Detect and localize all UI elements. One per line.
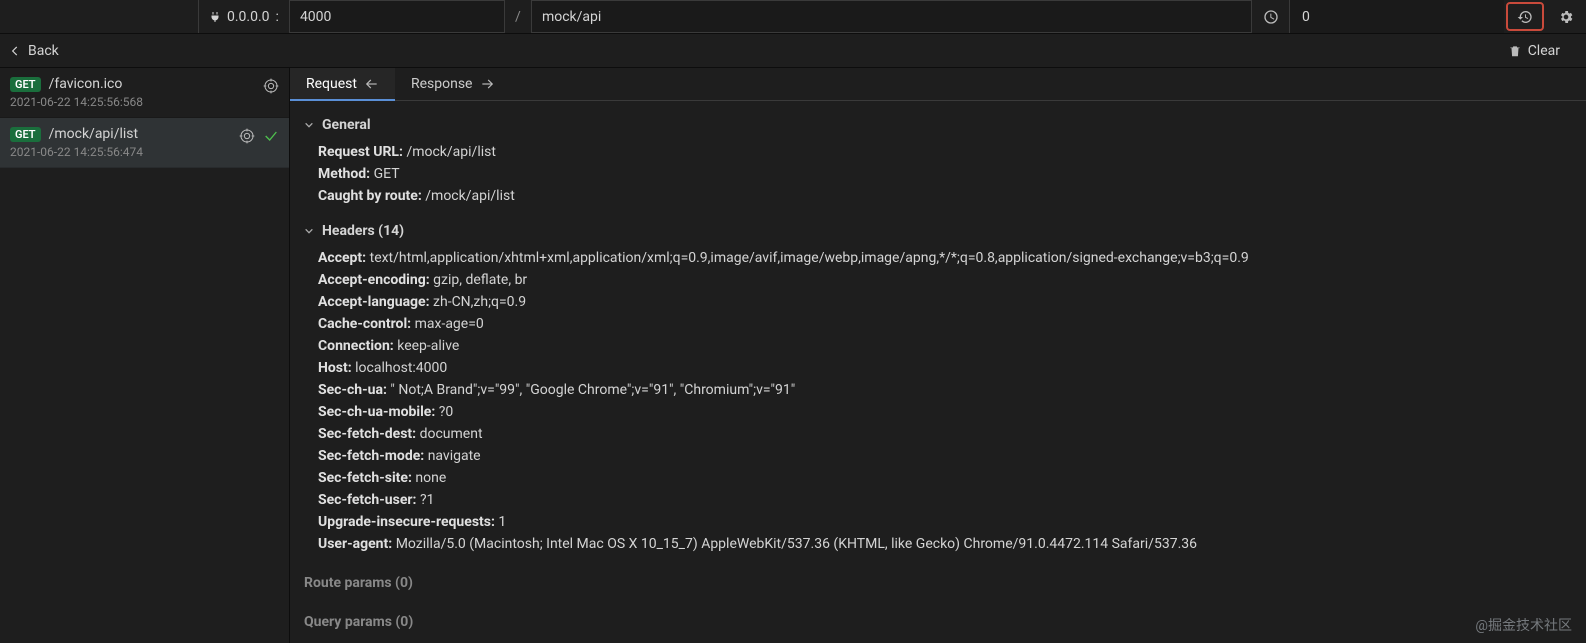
section-general[interactable]: General — [304, 115, 1572, 136]
tab-request[interactable]: Request — [290, 68, 395, 100]
top-bar: 0.0.0.0 : 4000 / mock/api 0 — [0, 0, 1586, 34]
kv-line: User-agent: Mozilla/5.0 (Macintosh; Inte… — [318, 534, 1572, 555]
request-path: /mock/api/list — [49, 126, 139, 142]
caret-down-icon — [304, 120, 314, 130]
clock-icon — [1263, 9, 1279, 25]
host-colon: : — [276, 9, 279, 25]
request-timestamp: 2021-06-22 14:25:56:568 — [10, 95, 279, 109]
caret-down-icon — [304, 226, 314, 236]
tab-request-label: Request — [306, 76, 357, 92]
section-headers-title: Headers (14) — [322, 221, 404, 242]
kv-line: Accept-encoding: gzip, deflate, br — [318, 270, 1572, 291]
kv-line: Request URL: /mock/api/list — [318, 142, 1572, 163]
main-area: GET/favicon.ico2021-06-22 14:25:56:568GE… — [0, 68, 1586, 643]
kv-line: Sec-ch-ua: " Not;A Brand";v="99", "Googl… — [318, 380, 1572, 401]
target-icon — [263, 78, 279, 94]
watermark-text: @掘金技术社区 — [1475, 615, 1572, 635]
kv-line: Cache-control: max-age=0 — [318, 314, 1572, 335]
section-headers[interactable]: Headers (14) — [304, 221, 1572, 242]
clear-button[interactable]: Clear — [1508, 43, 1578, 59]
kv-line: Sec-fetch-site: none — [318, 468, 1572, 489]
tab-response-label: Response — [411, 76, 473, 92]
request-list: GET/favicon.ico2021-06-22 14:25:56:568GE… — [0, 68, 290, 643]
kv-line: Sec-ch-ua-mobile: ?0 — [318, 402, 1572, 423]
settings-button[interactable] — [1546, 0, 1586, 33]
kv-line: Sec-fetch-user: ?1 — [318, 490, 1572, 511]
count-display[interactable]: 0 — [1290, 0, 1504, 33]
section-route-params[interactable]: Route params (0) — [304, 573, 1572, 594]
back-button[interactable]: Back — [8, 43, 59, 59]
request-item[interactable]: GET/favicon.ico 2021-06-22 14:25:56:568 — [0, 68, 289, 118]
request-item[interactable]: GET/mock/api/list 2021-06-22 14:25:56:474 — [0, 118, 289, 168]
kv-line: Caught by route: /mock/api/list — [318, 186, 1572, 207]
clear-label: Clear — [1528, 43, 1560, 59]
detail-pane: Request Response General Request URL: /m… — [290, 68, 1586, 643]
check-icon — [263, 128, 279, 144]
arrow-left-icon — [8, 44, 22, 58]
general-list: Request URL: /mock/api/listMethod: GETCa… — [304, 142, 1572, 207]
headers-list: Accept: text/html,application/xhtml+xml,… — [304, 248, 1572, 555]
nav-row: Back Clear — [0, 34, 1586, 68]
section-query-params[interactable]: Query params (0) — [304, 612, 1572, 633]
prefix-input[interactable]: mock/api — [531, 0, 1252, 33]
kv-line: Accept: text/html,application/xhtml+xml,… — [318, 248, 1572, 269]
arrow-in-icon — [365, 77, 379, 91]
kv-line: Host: localhost:4000 — [318, 358, 1572, 379]
tab-response[interactable]: Response — [395, 68, 511, 100]
kv-line: Method: GET — [318, 164, 1572, 185]
kv-line: Accept-language: zh-CN,zh;q=0.9 — [318, 292, 1572, 313]
trash-icon — [1508, 44, 1522, 58]
request-path: /favicon.ico — [49, 76, 123, 92]
target-icon — [239, 128, 255, 144]
topbar-spacer — [0, 0, 198, 33]
port-input[interactable]: 4000 — [289, 0, 505, 33]
kv-line: Upgrade-insecure-requests: 1 — [318, 512, 1572, 533]
section-general-title: General — [322, 115, 371, 136]
restore-button[interactable] — [1506, 2, 1544, 31]
method-badge: GET — [10, 127, 41, 142]
arrow-out-icon — [480, 77, 494, 91]
restore-icon — [1517, 9, 1533, 25]
gear-icon — [1558, 9, 1574, 25]
detail-body: General Request URL: /mock/api/listMetho… — [290, 101, 1586, 643]
method-badge: GET — [10, 77, 41, 92]
plug-icon — [209, 10, 221, 24]
history-icon-button[interactable] — [1252, 0, 1290, 33]
back-label: Back — [28, 43, 59, 59]
kv-line: Sec-fetch-dest: document — [318, 424, 1572, 445]
host-display: 0.0.0.0 : — [198, 0, 289, 33]
host-text: 0.0.0.0 — [227, 9, 270, 25]
kv-line: Sec-fetch-mode: navigate — [318, 446, 1572, 467]
kv-line: Connection: keep-alive — [318, 336, 1572, 357]
request-timestamp: 2021-06-22 14:25:56:474 — [10, 145, 279, 159]
path-separator: / — [505, 0, 531, 33]
detail-tabs: Request Response — [290, 68, 1586, 101]
